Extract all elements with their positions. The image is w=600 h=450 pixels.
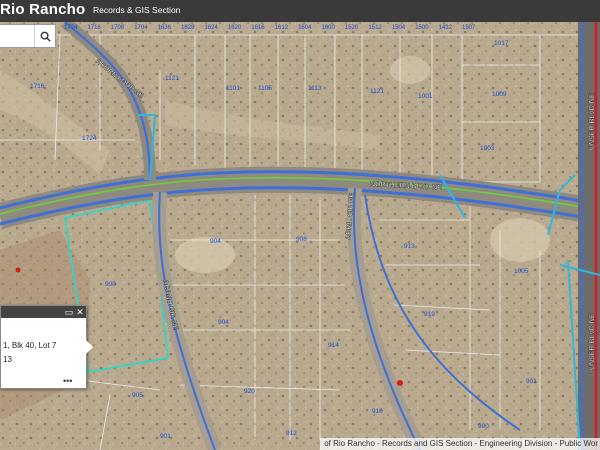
parcel-number: 901: [526, 378, 537, 385]
close-icon[interactable]: ✕: [75, 307, 85, 317]
top-row-parcel-number: 1504: [392, 25, 406, 31]
parcel-number: 904: [218, 319, 229, 326]
top-row-parcel-number: 1520: [345, 25, 359, 31]
top-row-parcel-number: 1708: [111, 25, 125, 31]
parcel-number: 904: [210, 238, 221, 245]
parcel-number: 912: [286, 430, 297, 437]
parcel-number: 919: [424, 311, 435, 318]
top-row-parcel-number: 1624: [205, 25, 219, 31]
hydrant-marker[interactable]: [15, 267, 21, 273]
bare-ground: [175, 237, 235, 273]
parcel-number: 1005: [514, 268, 529, 275]
popup-header: ▭ ✕: [1, 306, 86, 318]
top-row-parcel-number: 1500: [415, 25, 429, 31]
parcel-number: 905: [132, 392, 143, 399]
parcel-number: 1121: [165, 75, 179, 82]
search-box[interactable]: [0, 24, 56, 48]
parcel-number: 1121: [370, 88, 384, 95]
parcel-number: 1113: [308, 85, 322, 92]
popup-value: 13: [3, 355, 12, 364]
section-title: Records & GIS Section: [93, 5, 181, 15]
top-row-parcel-number: 1512: [368, 25, 382, 31]
popup-legal-description: 1, Blk 40, Lot 7: [3, 341, 57, 350]
parcel-number: 1724: [82, 135, 97, 142]
parcel-number: 920: [244, 388, 255, 395]
top-row-parcel-number: 1604: [298, 25, 312, 31]
parcel-number: 913: [404, 243, 415, 250]
popup-more-button[interactable]: •••: [63, 376, 72, 386]
parcel-number: 1101: [226, 85, 240, 92]
street-label-unser-south: UNSER BLVD NE: [589, 313, 596, 370]
bare-ground: [490, 218, 550, 262]
parcel-number: 914: [328, 342, 339, 349]
parcel-number: 1001: [418, 93, 433, 100]
search-button[interactable]: [34, 25, 55, 47]
parcel-number: 1003: [480, 145, 495, 152]
top-row-parcel-number: 1507: [462, 25, 476, 31]
parcel-number: 1017: [494, 40, 509, 47]
parcel-number: 900: [105, 281, 116, 288]
top-row-parcel-number: 1612: [275, 25, 289, 31]
parcel-number: 910: [372, 408, 383, 415]
map-credits: of Rio Rancho - Records and GIS Section …: [320, 438, 600, 450]
app-header: Rio Rancho Records & GIS Section: [0, 0, 600, 22]
hydrant-marker[interactable]: [397, 380, 403, 386]
parcel-number: 1716: [30, 83, 45, 90]
parcel-number: 901: [160, 433, 171, 440]
top-row-parcel-number: 1716: [87, 25, 101, 31]
maximize-icon[interactable]: ▭: [64, 307, 74, 317]
top-row-parcel-number: 1616: [251, 25, 265, 31]
parcel-number: 1105: [258, 85, 272, 92]
map-canvas[interactable]: ACORN LOOP NE NORTHERN BLVD NE ACANO CIR…: [0, 0, 600, 450]
app-title: Rio Rancho: [0, 1, 86, 18]
top-row-parcel-number: 1600: [322, 25, 336, 31]
top-row-parcel-number: 1628: [181, 25, 195, 31]
top-row-parcel-number: 1704: [134, 25, 148, 31]
top-row-parcel-number: 1724: [64, 25, 78, 31]
top-row-parcel-number: 1620: [228, 25, 242, 31]
street-label-unser-north: UNSER BLVD NE: [589, 93, 596, 150]
parcel-popup: ▭ ✕ 1, Blk 40, Lot 7 13 •••: [0, 305, 93, 389]
parcel-number: 900: [478, 423, 489, 430]
top-row-parcel-number: 1432: [439, 25, 453, 31]
search-icon: [40, 31, 51, 42]
top-row-parcel-number: 1636: [158, 25, 172, 31]
bare-ground: [390, 56, 430, 84]
parcel-number: 908: [296, 236, 307, 243]
parcel-number: 1009: [492, 91, 507, 98]
popup-pointer: [86, 340, 93, 354]
